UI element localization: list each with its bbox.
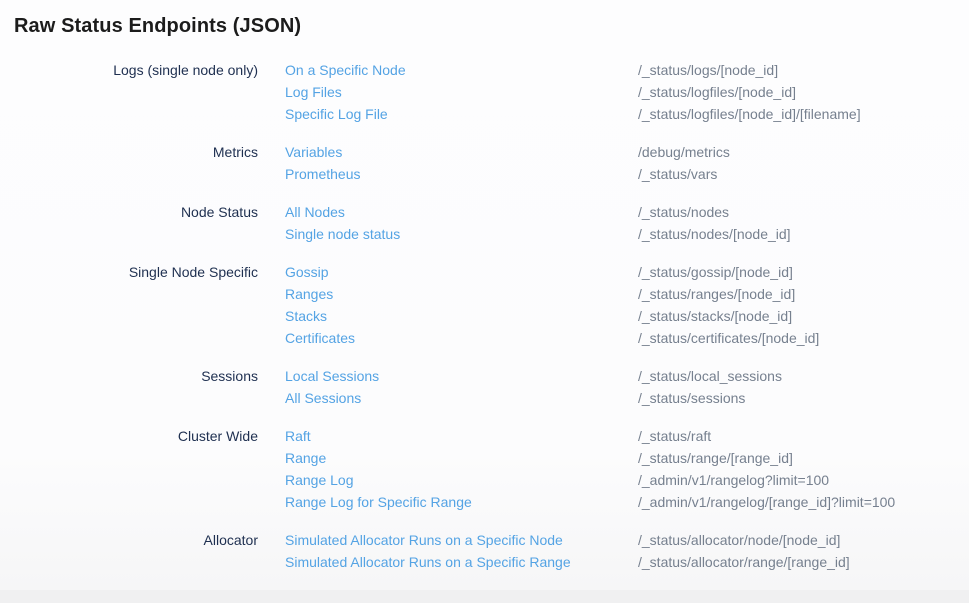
endpoint-link[interactable]: Ranges bbox=[285, 283, 333, 305]
endpoint-link[interactable]: Raft bbox=[285, 425, 311, 447]
endpoint-url: /_status/gossip/[node_id] bbox=[638, 261, 969, 283]
debug-page: Raw Status Endpoints (JSON) Logs (single… bbox=[0, 0, 969, 603]
endpoint-url: /_status/nodes/[node_id] bbox=[638, 223, 969, 245]
endpoint-link[interactable]: Prometheus bbox=[285, 163, 360, 185]
endpoint-url: /debug/metrics bbox=[638, 141, 969, 163]
endpoint-url: /_status/range/[range_id] bbox=[638, 447, 969, 469]
category-label: Node Status bbox=[0, 201, 285, 223]
endpoint-section: Sessions Local Sessions /_status/local_s… bbox=[0, 365, 969, 409]
endpoint-link[interactable]: Gossip bbox=[285, 261, 329, 283]
endpoint-url: /_status/raft bbox=[638, 425, 969, 447]
page-title: Raw Status Endpoints (JSON) bbox=[14, 13, 969, 39]
endpoint-url: /_status/logfiles/[node_id] bbox=[638, 81, 969, 103]
endpoint-link[interactable]: Log Files bbox=[285, 81, 342, 103]
endpoint-link[interactable]: On a Specific Node bbox=[285, 59, 406, 81]
endpoint-link[interactable]: Single node status bbox=[285, 223, 400, 245]
endpoint-url: /_admin/v1/rangelog/[range_id]?limit=100 bbox=[638, 491, 969, 513]
endpoint-link[interactable]: Simulated Allocator Runs on a Specific R… bbox=[285, 551, 571, 573]
endpoint-link[interactable]: Variables bbox=[285, 141, 342, 163]
endpoint-section: Single Node Specific Gossip /_status/gos… bbox=[0, 261, 969, 349]
endpoint-section: Allocator Simulated Allocator Runs on a … bbox=[0, 529, 969, 573]
endpoint-link[interactable]: All Nodes bbox=[285, 201, 345, 223]
endpoint-section: Metrics Variables /debug/metrics Prometh… bbox=[0, 141, 969, 185]
endpoint-link[interactable]: Range Log bbox=[285, 469, 354, 491]
endpoint-link[interactable]: Specific Log File bbox=[285, 103, 388, 125]
endpoint-section: Node Status All Nodes /_status/nodes Sin… bbox=[0, 201, 969, 245]
endpoint-url: /_status/local_sessions bbox=[638, 365, 969, 387]
category-label: Cluster Wide bbox=[0, 425, 285, 447]
endpoint-section: Logs (single node only) On a Specific No… bbox=[0, 59, 969, 125]
endpoint-url: /_status/allocator/node/[node_id] bbox=[638, 529, 969, 551]
endpoint-link[interactable]: Certificates bbox=[285, 327, 355, 349]
category-label: Single Node Specific bbox=[0, 261, 285, 283]
endpoint-url: /_status/ranges/[node_id] bbox=[638, 283, 969, 305]
endpoint-url: /_status/logfiles/[node_id]/[filename] bbox=[638, 103, 969, 125]
endpoint-link[interactable]: Simulated Allocator Runs on a Specific N… bbox=[285, 529, 563, 551]
endpoint-url: /_status/certificates/[node_id] bbox=[638, 327, 969, 349]
endpoint-section: Cluster Wide Raft /_status/raft Range /_… bbox=[0, 425, 969, 513]
endpoint-link[interactable]: Local Sessions bbox=[285, 365, 379, 387]
endpoint-link[interactable]: All Sessions bbox=[285, 387, 361, 409]
endpoint-url: /_status/logs/[node_id] bbox=[638, 59, 969, 81]
endpoint-url: /_status/allocator/range/[range_id] bbox=[638, 551, 969, 573]
endpoint-url: /_admin/v1/rangelog?limit=100 bbox=[638, 469, 969, 491]
endpoint-url: /_status/sessions bbox=[638, 387, 969, 409]
footer-band bbox=[0, 590, 969, 603]
endpoint-link[interactable]: Range bbox=[285, 447, 326, 469]
category-label: Sessions bbox=[0, 365, 285, 387]
endpoint-url: /_status/stacks/[node_id] bbox=[638, 305, 969, 327]
category-label: Logs (single node only) bbox=[0, 59, 285, 81]
endpoint-link[interactable]: Stacks bbox=[285, 305, 327, 327]
endpoint-table: Logs (single node only) On a Specific No… bbox=[0, 59, 969, 573]
category-label: Metrics bbox=[0, 141, 285, 163]
category-label: Allocator bbox=[0, 529, 285, 551]
endpoint-url: /_status/vars bbox=[638, 163, 969, 185]
endpoint-link[interactable]: Range Log for Specific Range bbox=[285, 491, 472, 513]
endpoint-url: /_status/nodes bbox=[638, 201, 969, 223]
